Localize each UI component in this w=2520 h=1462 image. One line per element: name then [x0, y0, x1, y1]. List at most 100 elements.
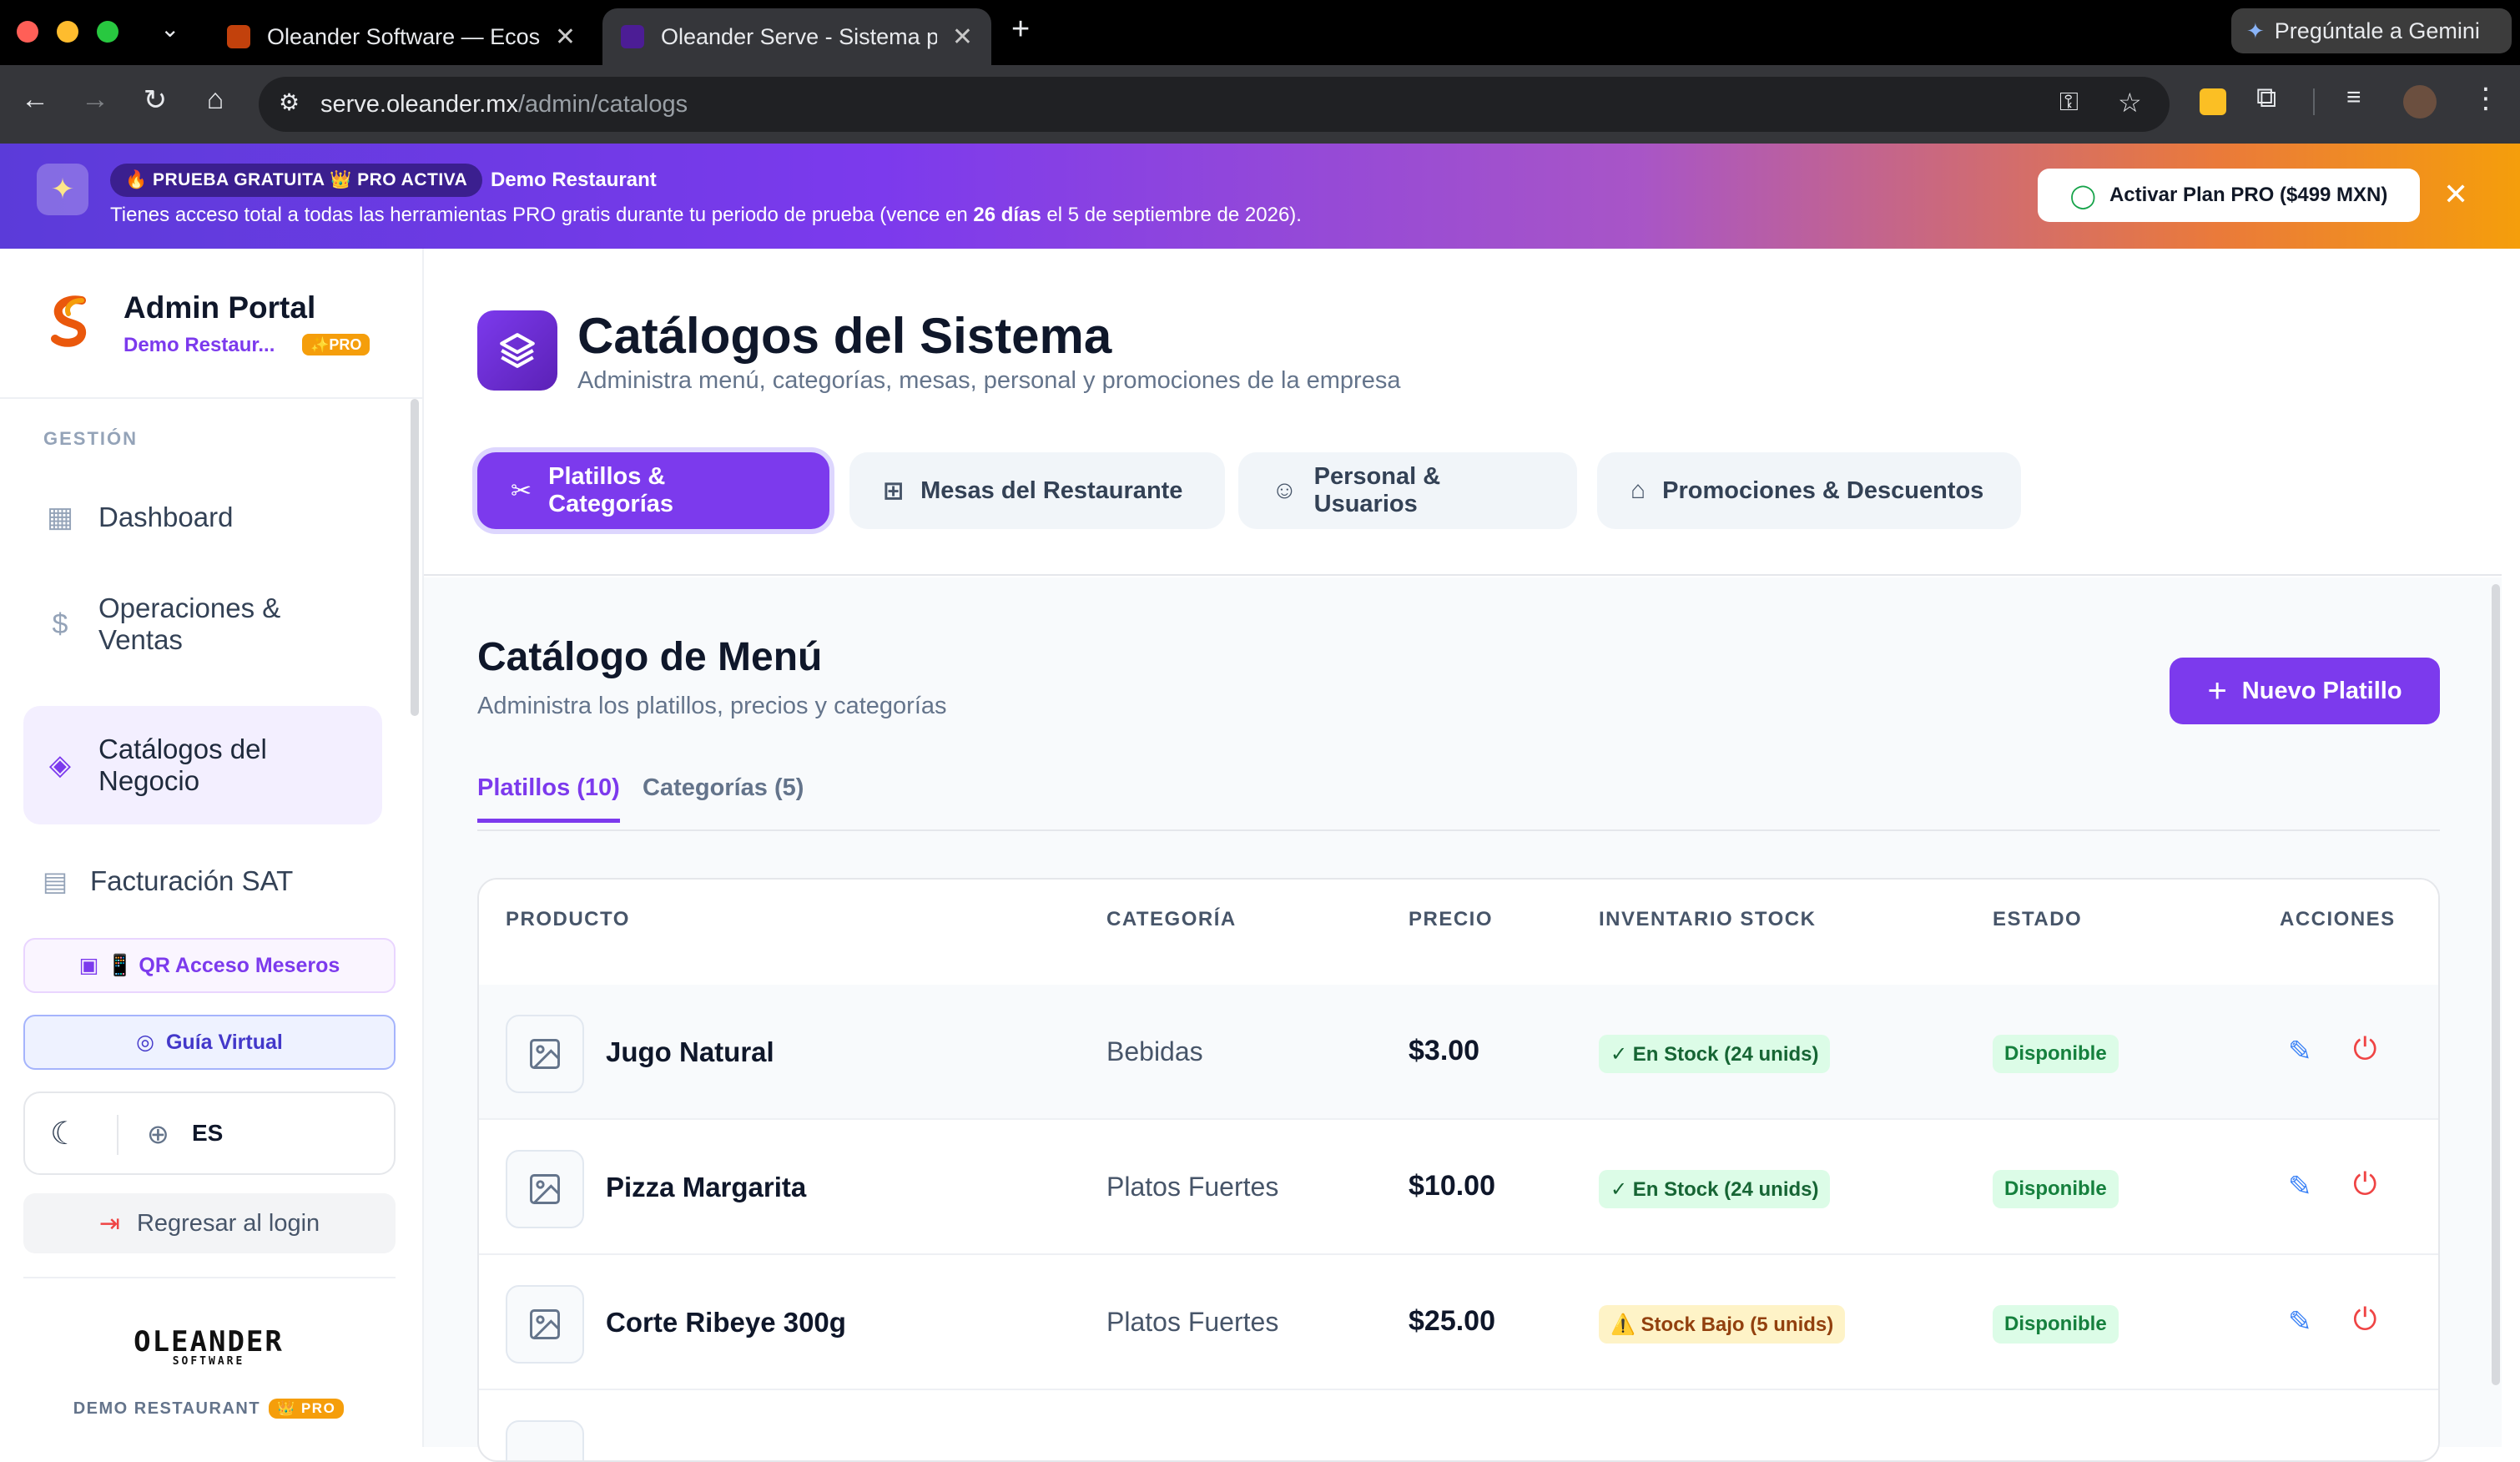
dark-mode-moon-icon[interactable]: ☾ — [50, 1115, 78, 1152]
page-subtitle: Administra menú, categorías, mesas, pers… — [577, 367, 1401, 394]
column-header-price: PRECIO — [1409, 908, 1494, 930]
sidebar-item-operations[interactable]: $ Operaciones & Ventas — [23, 574, 382, 674]
tab-restaurant-tables[interactable]: ⊞ Mesas del Restaurante — [849, 452, 1225, 529]
tag-icon: ⌂ — [1630, 476, 1646, 504]
stock-badge: ⚠️ Stock Bajo (5 unids) — [1599, 1305, 1846, 1344]
plus-icon: + — [2207, 672, 2227, 709]
activate-pro-button[interactable]: ◯ Activar Plan PRO ($499 MXN) — [2038, 169, 2420, 222]
column-header-category: CATEGORÍA — [1106, 908, 1237, 930]
extensions-puzzle-icon[interactable]: ⧉ — [2256, 82, 2276, 114]
product-category: Platos Fuertes — [1106, 1172, 1279, 1202]
reload-icon[interactable]: ↻ — [137, 83, 174, 117]
image-placeholder-icon — [506, 1015, 584, 1093]
pro-badge: ✨PRO — [302, 334, 370, 355]
status-badge: Disponible — [1993, 1170, 2119, 1208]
close-window-button[interactable] — [17, 21, 38, 43]
catalog-subtitle: Administra los platillos, precios y cate… — [477, 693, 947, 719]
product-price: $25.00 — [1409, 1305, 1495, 1337]
sidebar-item-dashboard[interactable]: ▦ Dashboard — [23, 491, 382, 544]
toolbar-divider — [2313, 88, 2315, 115]
image-placeholder-icon — [506, 1150, 584, 1228]
edit-pencil-icon[interactable]: ✎ — [2288, 1035, 2312, 1068]
stock-badge: ✓ En Stock (24 unids) — [1599, 1170, 1831, 1208]
footer-pro-badge: 👑 PRO — [269, 1399, 345, 1419]
preferences-divider — [117, 1115, 118, 1155]
status-badge: Disponible — [1993, 1305, 2119, 1344]
dishes-table: PRODUCTO CATEGORÍA PRECIO INVENTARIO STO… — [477, 878, 2440, 1462]
tab-staff-users[interactable]: ☺ Personal & Usuarios — [1238, 452, 1577, 529]
table-row-partial — [479, 1390, 2438, 1460]
gemini-button[interactable]: ✦ Pregúntale a Gemini — [2231, 8, 2512, 53]
sidebar-item-invoicing[interactable]: ▤ Facturación SAT — [23, 856, 396, 906]
back-icon[interactable]: ← — [17, 83, 53, 116]
media-controls-icon[interactable]: ≡ — [2346, 83, 2361, 112]
tab-promotions-discounts[interactable]: ⌂ Promociones & Descuentos — [1597, 452, 2021, 529]
app-logo-icon — [51, 295, 86, 347]
page-title: Catálogos del Sistema — [577, 308, 1112, 364]
bookmark-star-icon[interactable]: ☆ — [2118, 87, 2142, 118]
language-selector[interactable]: ES — [192, 1120, 223, 1147]
oleander-logo: OLEANDER SOFTWARE — [134, 1325, 284, 1368]
dashboard-grid-icon: ▦ — [46, 502, 74, 533]
catalog-title: Catálogo de Menú — [477, 635, 823, 679]
edit-pencil-icon[interactable]: ✎ — [2288, 1305, 2312, 1338]
table-row: Pizza Margarita Platos Fuertes $10.00 ✓ … — [479, 1120, 2438, 1255]
back-to-login-button[interactable]: ⇥ Regresar al login — [23, 1193, 396, 1253]
column-header-actions: ACCIONES — [2280, 908, 2396, 930]
globe-icon[interactable]: ⊕ — [147, 1118, 169, 1150]
profile-avatar[interactable] — [2403, 85, 2437, 118]
status-badge: Disponible — [1993, 1035, 2119, 1073]
home-icon[interactable]: ⌂ — [197, 83, 234, 116]
main-scrollbar[interactable] — [2492, 584, 2500, 1385]
table-header: PRODUCTO CATEGORÍA PRECIO INVENTARIO STO… — [479, 880, 2438, 960]
browser-menu-icon[interactable]: ⋮ — [2472, 82, 2500, 115]
site-info-icon[interactable]: ⚙ — [279, 88, 300, 116]
edit-pencil-icon[interactable]: ✎ — [2288, 1170, 2312, 1203]
product-category: Bebidas — [1106, 1036, 1203, 1066]
subtab-categories[interactable]: Categorías (5) — [643, 774, 804, 819]
sidebar-item-catalogs[interactable]: ◈ Catálogos del Negocio — [23, 706, 382, 824]
maximize-window-button[interactable] — [97, 21, 118, 43]
power-toggle-icon[interactable]: ⏻ — [2353, 1302, 2376, 1338]
browser-tab-oleander-serve[interactable]: Oleander Serve - Sistema par ✕ — [602, 8, 991, 65]
sidebar-brand: Admin Portal Demo Restaur... ✨PRO — [0, 249, 422, 399]
browser-tab-bar: ⌄ Oleander Software — Ecosiste ✕ Oleande… — [0, 0, 2520, 65]
address-bar[interactable]: ⚙ serve.oleander.mx/admin/catalogs ⚿ ☆ — [259, 77, 2170, 132]
stock-badge: ✓ En Stock (24 unids) — [1599, 1035, 1831, 1073]
browser-tab-oleander-software[interactable]: Oleander Software — Ecosiste ✕ — [209, 8, 594, 65]
product-category: Platos Fuertes — [1106, 1307, 1279, 1337]
sidebar: Admin Portal Demo Restaur... ✨PRO GESTIÓ… — [0, 249, 424, 1447]
trial-badge: 🔥 PRUEBA GRATUITA 👑 PRO ACTIVA — [110, 164, 483, 197]
new-dish-button[interactable]: + Nuevo Platillo — [2170, 658, 2440, 724]
catalog-subtabs: Platillos (10) Categorías (5) — [477, 774, 2440, 831]
qr-waiters-button[interactable]: ▣ 📱 QR Acceso Meseros — [23, 938, 396, 993]
app-name: Admin Portal — [123, 290, 316, 325]
power-toggle-icon[interactable]: ⏻ — [2353, 1031, 2376, 1067]
catalog-content: Catálogo de Menú Administra los platillo… — [424, 577, 2502, 1462]
tab-list-chevron-icon[interactable]: ⌄ — [160, 15, 179, 43]
sidebar-scrollbar[interactable] — [411, 399, 419, 716]
close-tab-icon[interactable]: ✕ — [555, 23, 576, 52]
section-heading: GESTIÓN — [43, 428, 139, 449]
virtual-guide-button[interactable]: ◎ Guía Virtual — [23, 1015, 396, 1070]
banner-restaurant-name: Demo Restaurant — [491, 169, 657, 191]
trial-banner: ✦ 🔥 PRUEBA GRATUITA 👑 PRO ACTIVA Demo Re… — [0, 144, 2520, 249]
qr-icon: ▣ — [78, 954, 99, 977]
minimize-window-button[interactable] — [57, 21, 78, 43]
close-tab-icon[interactable]: ✕ — [952, 23, 973, 52]
subtab-dishes[interactable]: Platillos (10) — [477, 774, 620, 823]
image-placeholder-icon — [506, 1420, 584, 1460]
close-banner-icon[interactable]: ✕ — [2443, 177, 2468, 212]
tab-dishes-categories[interactable]: ✂ Platillos & Categorías — [477, 452, 829, 529]
extension-icon[interactable] — [2200, 88, 2226, 115]
product-price: $3.00 — [1409, 1035, 1480, 1066]
new-tab-icon[interactable]: + — [1011, 12, 1030, 48]
forward-icon[interactable]: → — [77, 83, 113, 116]
power-toggle-icon[interactable]: ⏻ — [2353, 1167, 2376, 1202]
trial-message: Tienes acceso total a todas las herramie… — [110, 204, 1302, 226]
sidebar-divider — [23, 1277, 396, 1278]
sidebar-restaurant-name: Demo Restaur... — [123, 334, 275, 356]
gemini-sparkle-icon: ✦ — [2246, 18, 2265, 43]
utensils-icon: ✂ — [511, 476, 532, 505]
password-key-icon[interactable]: ⚿ — [2059, 88, 2079, 117]
